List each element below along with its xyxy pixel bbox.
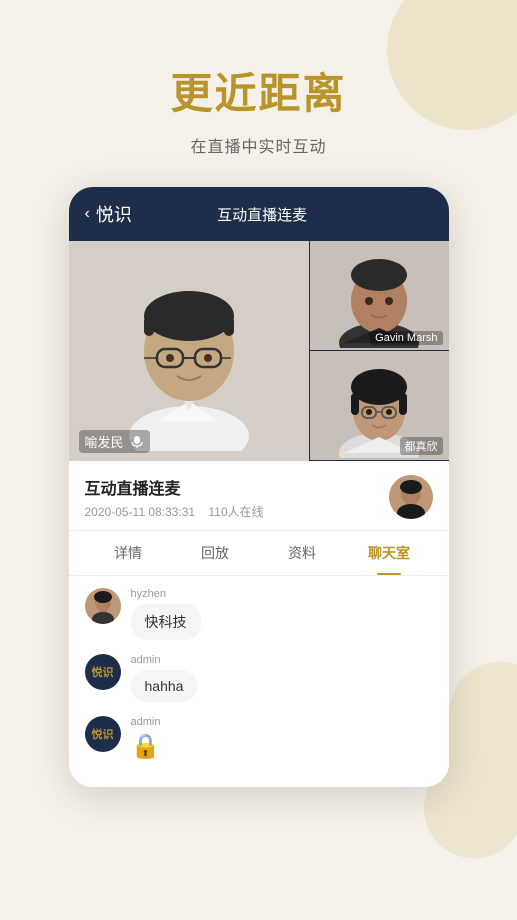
tab-details[interactable]: 详情 <box>85 531 172 575</box>
hero-subtitle: 在直播中实时互动 <box>0 133 517 157</box>
stream-info-left: 互动直播连麦 2020-05-11 08:33:31 110人在线 <box>85 475 264 520</box>
chat-message-1: hyzhen 快科技 <box>85 588 433 640</box>
stream-title: 互动直播连麦 <box>85 475 264 499</box>
back-chevron-icon: ‹ <box>85 205 90 223</box>
tab-replay[interactable]: 回放 <box>172 531 259 575</box>
stream-host-avatar <box>389 475 433 519</box>
chat-content-2: admin hahha <box>131 654 198 702</box>
chat-avatar-admin-2: 悦识 <box>85 716 121 752</box>
main-video-label: 喻发民 <box>79 430 150 453</box>
chat-avatar-hyzhen <box>85 588 121 624</box>
chat-message-2: 悦识 admin hahha <box>85 654 433 702</box>
chat-message-3: 悦识 admin 🔒 <box>85 716 433 761</box>
header-logo-label: 悦识 <box>96 201 132 227</box>
main-person-svg <box>109 251 269 451</box>
host-avatar-svg <box>389 475 433 519</box>
stream-meta: 2020-05-11 08:33:31 110人在线 <box>85 503 264 520</box>
main-user-name: 喻发民 <box>85 432 124 451</box>
chat-bubble-3: 🔒 <box>131 732 161 761</box>
chat-username-2: admin <box>131 654 198 666</box>
video-grid: 喻发民 <box>69 241 449 461</box>
chat-area: hyzhen 快科技 悦识 admin hahha 悦识 admin 🔒 <box>69 576 449 787</box>
phone-mockup: ‹ 悦识 互动直播连麦 <box>69 187 449 787</box>
chat-avatar-admin-1: 悦识 <box>85 654 121 690</box>
hyzhen-avatar-svg <box>85 588 121 624</box>
main-video-panel: 喻发民 <box>69 241 309 461</box>
chat-content-1: hyzhen 快科技 <box>131 588 201 640</box>
chat-content-3: admin 🔒 <box>131 716 161 761</box>
app-header: ‹ 悦识 互动直播连麦 <box>69 187 449 241</box>
tab-bar: 详情 回放 资料 聊天室 <box>69 531 449 576</box>
microphone-icon <box>130 435 144 449</box>
chat-username-3: admin <box>131 716 161 728</box>
side-video-duzhenxin: 都真欣 <box>309 351 449 461</box>
tab-materials[interactable]: 资料 <box>259 531 346 575</box>
chat-bubble-1: 快科技 <box>131 604 201 640</box>
chat-username-1: hyzhen <box>131 588 201 600</box>
chat-bubble-2: hahha <box>131 670 198 702</box>
main-video-avatar <box>69 241 309 461</box>
side-video-gavin: Gavin Marsh <box>309 241 449 351</box>
stream-viewers: 110人在线 <box>208 505 263 519</box>
stream-info: 互动直播连麦 2020-05-11 08:33:31 110人在线 <box>69 461 449 531</box>
duzhenxin-label: 都真欣 <box>400 437 443 455</box>
side-video-panel: Gavin Marsh <box>309 241 449 461</box>
back-button[interactable]: ‹ 悦识 <box>85 201 132 227</box>
header-title: 互动直播连麦 <box>217 204 307 225</box>
gavin-label: Gavin Marsh <box>370 331 442 345</box>
tab-chat[interactable]: 聊天室 <box>346 531 433 575</box>
stream-date: 2020-05-11 08:33:31 <box>85 505 196 519</box>
